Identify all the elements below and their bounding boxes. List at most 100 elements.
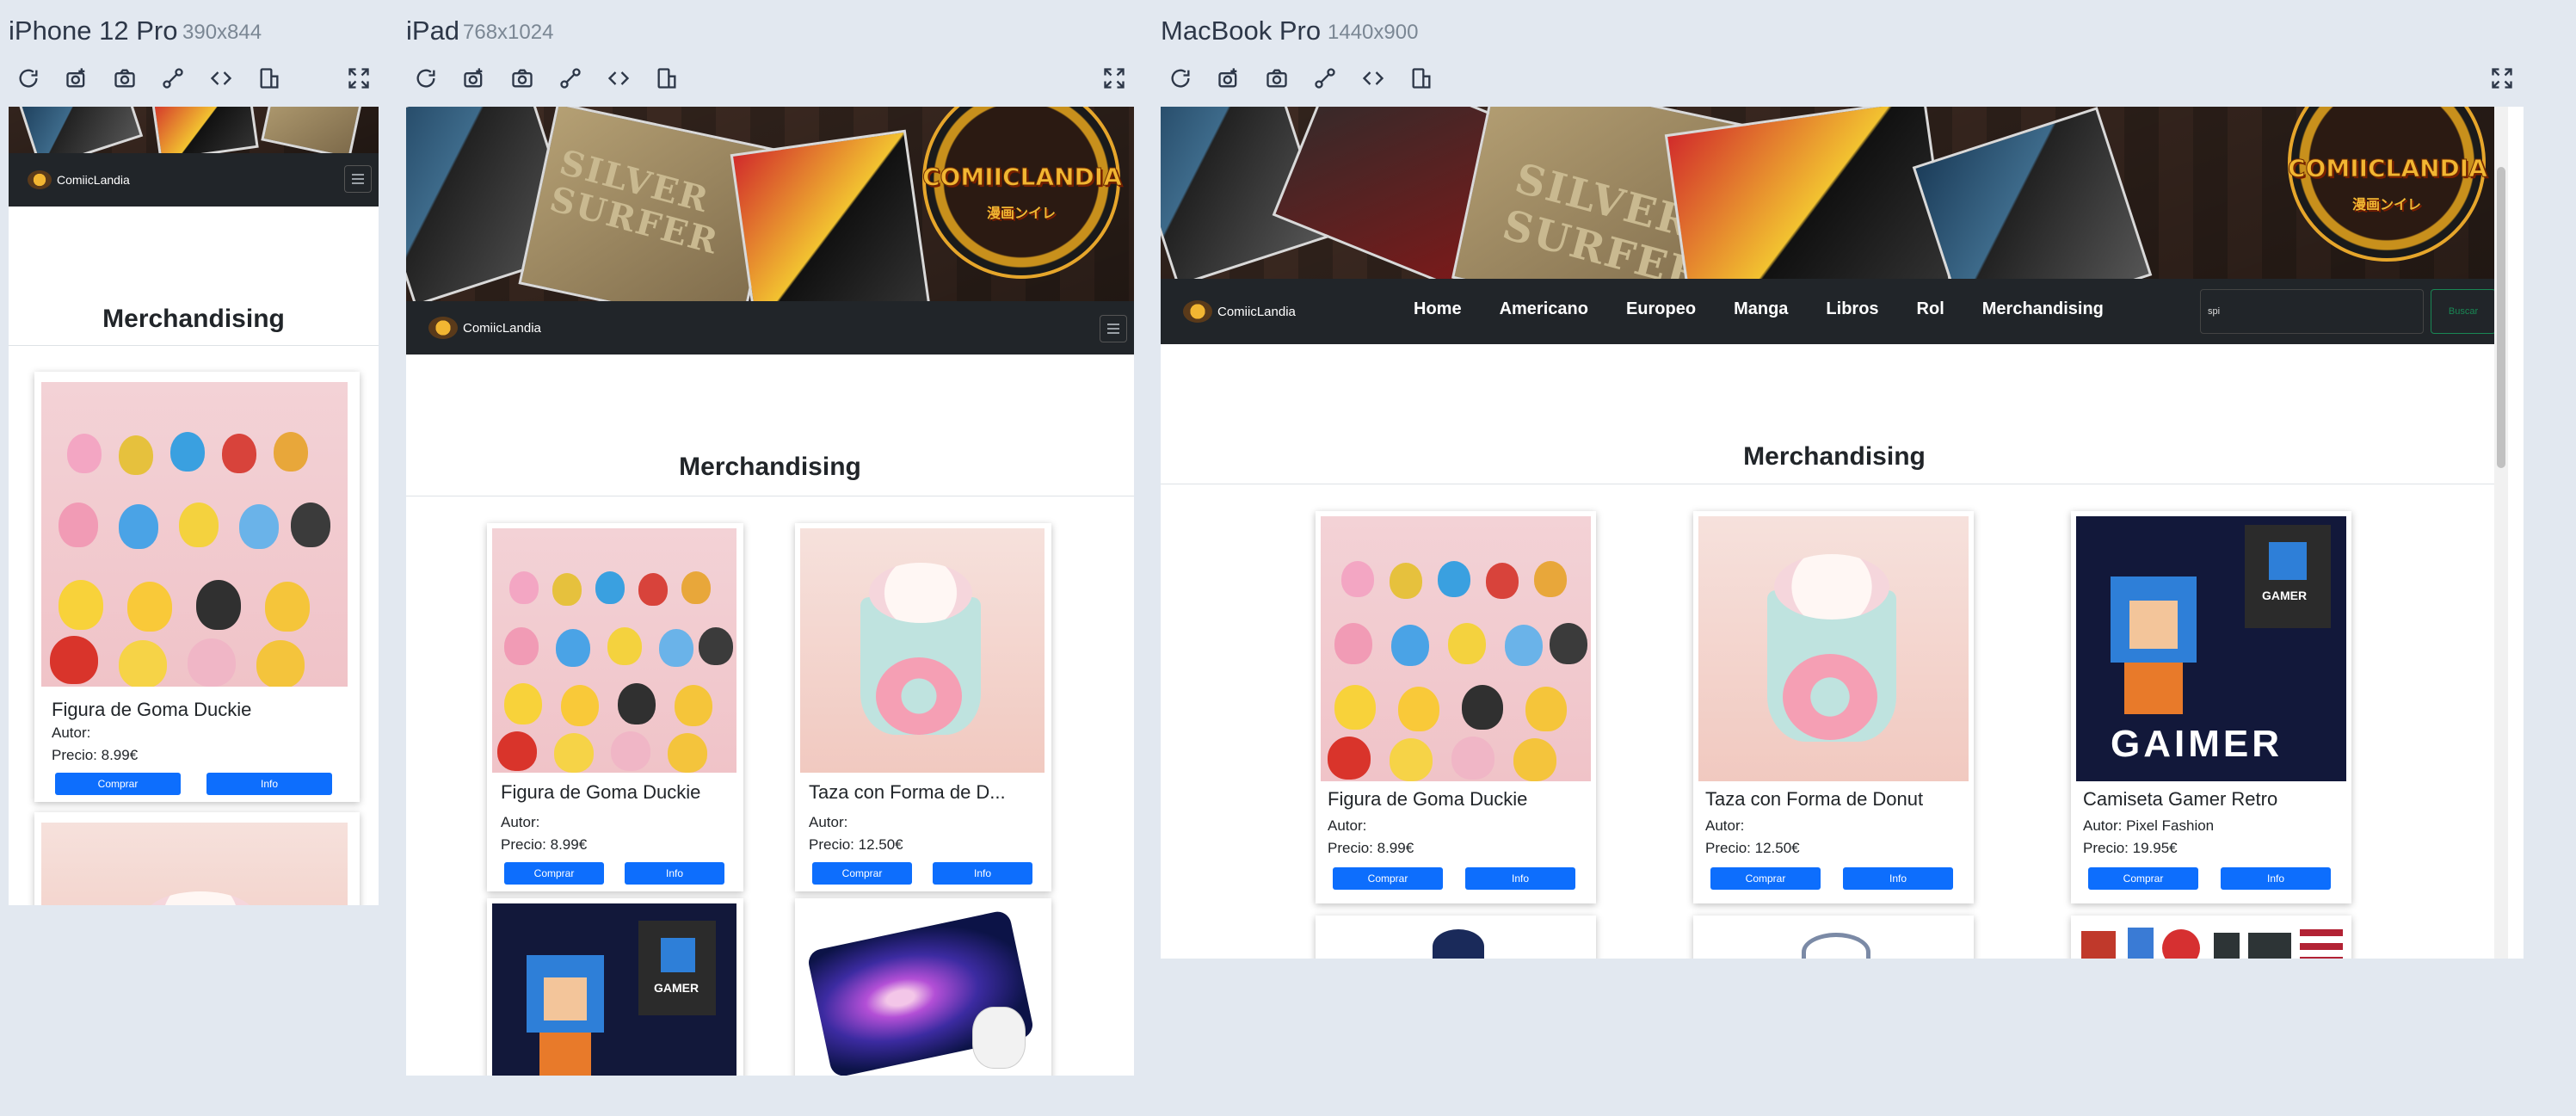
link-icon[interactable] [554,62,587,95]
brand-name: ComiicLandia [463,320,541,336]
section-title: Merchandising [1743,442,1926,471]
fullscreen-icon[interactable] [1098,62,1131,95]
buy-button[interactable]: Comprar [812,862,912,885]
nav-link-americano[interactable]: Americano [1500,299,1588,319]
info-button[interactable]: Info [933,862,1032,885]
site-logo-badge: COMIICLANDIA 漫画ンイレ [922,107,1122,279]
code-icon[interactable] [1357,62,1390,95]
product-title: Figura de Goma Duckie [52,699,252,720]
buy-button[interactable]: Comprar [2088,867,2198,890]
product-price: Precio: 8.99€ [1328,840,1414,856]
screenshot-full-icon[interactable] [1212,62,1245,95]
device-name: MacBook Pro [1161,15,1322,46]
code-icon[interactable] [602,62,635,95]
product-card: Figura de Goma Duckie Autor: Precio: 8.9… [34,372,360,802]
shirt-big-text: GAIMER [2111,723,2283,765]
scrollbar[interactable] [2494,107,2508,959]
info-button[interactable]: Info [2221,867,2331,890]
product-card: GAMER [487,898,743,1076]
code-icon[interactable] [205,62,237,95]
product-card: GAMER GAIMER Camiseta Gamer Retro Autor:… [2071,511,2351,903]
nav-link-manga[interactable]: Manga [1734,299,1788,319]
donut-mug-image [41,823,348,905]
product-image [1698,921,1969,959]
logo-subtext: 漫画ンイレ [2351,196,2421,213]
buy-button[interactable]: Comprar [504,862,604,885]
macbook-viewport: SILVER SURFER COMIICLANDIA 漫画ンイレ ComiicL… [1161,107,2524,959]
rotate-icon[interactable] [253,62,286,95]
screenshot-full-icon[interactable] [458,62,490,95]
nav-links: Home Americano Europeo Manga Libros Rol … [1414,299,2142,319]
buy-button[interactable]: Comprar [1710,867,1821,890]
macbook-preview: MacBook Pro 1440x900 SILVER SURFER COMIIC… [1161,0,2537,972]
reload-icon[interactable] [1164,62,1197,95]
product-card: Figura de Goma Duckie Autor: Precio: 8.9… [1316,511,1596,903]
site-logo-badge: COMIICLANDIA 漫画ンイレ [2288,107,2487,262]
device-size: 390x844 [182,21,262,44]
info-button[interactable]: Info [206,773,332,795]
buy-button[interactable]: Comprar [1333,867,1443,890]
search-input[interactable]: spi [2200,289,2424,334]
device-toolbar [1161,62,2537,96]
navbar-brand[interactable]: ComiicLandia [1183,300,1296,323]
reload-icon[interactable] [410,62,442,95]
nav-link-libros[interactable]: Libros [1826,299,1878,319]
info-button[interactable]: Info [1843,867,1953,890]
product-title: Figura de Goma Duckie [1328,788,1528,810]
product-card: Figura de Goma Duckie Autor: Precio: 8.9… [487,523,743,891]
reload-icon[interactable] [12,62,45,95]
navbar-brand[interactable]: ComiicLandia [428,317,541,339]
buy-button[interactable]: Comprar [55,773,181,795]
link-icon[interactable] [157,62,189,95]
donut-mug-image [800,528,1045,773]
info-button[interactable]: Info [625,862,724,885]
product-author: Autor: [1705,817,1745,834]
search-button[interactable]: Buscar [2431,289,2496,334]
iphone-viewport: ComiicLandia Merchandising Figura de Gom… [9,107,379,905]
brand-name: ComiicLandia [57,173,130,187]
hero-banner [9,107,379,153]
product-price: Precio: 8.99€ [52,747,139,763]
product-author: Autor: [1328,817,1367,834]
product-card: Taza con Forma de D... Autor: Precio: 12… [795,523,1051,891]
fullscreen-icon[interactable] [342,62,375,95]
scrollbar-thumb[interactable] [2497,167,2505,468]
device-name: iPad [406,15,460,46]
brand-logo-icon [1183,300,1212,323]
navbar-toggler[interactable] [1100,315,1127,342]
device-size: 1440x900 [1328,21,1419,44]
product-card [1693,916,1974,959]
rotate-icon[interactable] [650,62,683,95]
navbar-brand[interactable]: ComiicLandia [28,170,130,189]
fullscreen-icon[interactable] [2486,62,2518,95]
nav-link-merchandising[interactable]: Merchandising [1982,299,2104,319]
navbar-toggler[interactable] [344,165,372,193]
gamer-shirt-image: GAMER [492,903,736,1076]
info-button[interactable]: Info [1465,867,1575,890]
nav-link-home[interactable]: Home [1414,299,1462,319]
logo-subtext: 漫画ンイレ [986,205,1056,221]
shirt-text: GAMER [654,981,699,995]
product-author: Autor: Pixel Fashion [2083,817,2215,834]
link-icon[interactable] [1309,62,1341,95]
nav-link-europeo[interactable]: Europeo [1626,299,1696,319]
product-author: Autor: [809,814,848,830]
rotate-icon[interactable] [1405,62,1438,95]
section-title: Merchandising [679,453,861,481]
product-card [34,812,360,905]
camera-icon[interactable] [506,62,539,95]
nav-link-rol[interactable]: Rol [1917,299,1944,319]
hero-banner: SILVER SURFER COMIICLANDIA 漫画ンイレ [1161,107,2508,279]
camera-icon[interactable] [108,62,141,95]
device-name: iPhone 12 Pro [9,15,178,46]
navbar: ComiicLandia [406,301,1134,355]
screenshot-full-icon[interactable] [60,62,93,95]
donut-mug-image [1698,516,1969,781]
product-price: Precio: 12.50€ [809,836,903,853]
ipad-preview: iPad 768x1024 SILVER SURFER COMIICLANDIA … [406,0,1136,1116]
product-title: Camiseta Gamer Retro [2083,788,2278,810]
camera-icon[interactable] [1260,62,1293,95]
product-image [2076,921,2346,959]
navbar: ComiicLandia [9,153,379,207]
ipad-viewport: SILVER SURFER COMIICLANDIA 漫画ンイレ ComiicL… [406,107,1134,1076]
